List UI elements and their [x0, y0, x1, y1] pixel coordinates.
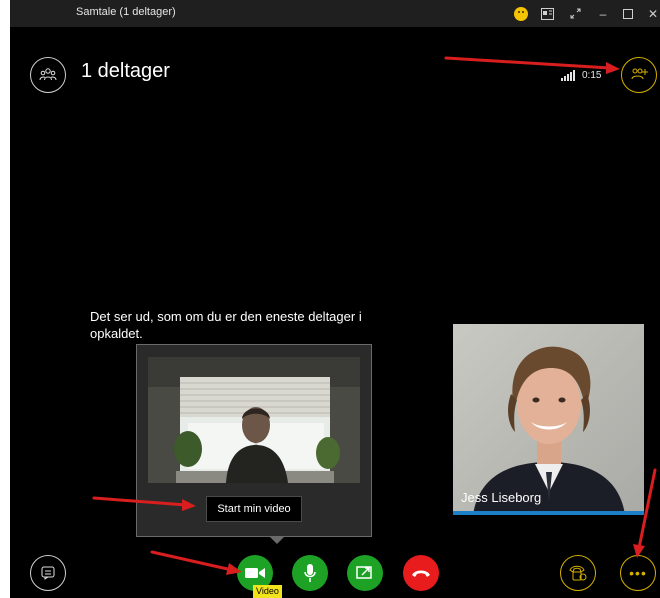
emoji-icon[interactable]: [513, 4, 529, 23]
call-controls-icon: [569, 565, 587, 581]
alone-in-call-message: Det ser ud, som om du er den eneste delt…: [90, 309, 362, 341]
call-controls-button[interactable]: [560, 555, 596, 591]
video-icon: [245, 568, 265, 578]
more-options-button[interactable]: •••: [620, 555, 656, 591]
microphone-icon: [304, 564, 316, 582]
participant-video-tile[interactable]: Jess Liseborg: [453, 324, 644, 515]
chat-icon: [41, 566, 55, 580]
start-my-video-button[interactable]: Start min video: [206, 496, 302, 522]
self-video-image: [148, 357, 360, 483]
microphone-button[interactable]: [292, 555, 328, 591]
active-speaker-bar: [453, 511, 644, 515]
hangup-icon: [412, 570, 430, 577]
close-icon[interactable]: ✕: [646, 4, 660, 23]
conversation-window: Samtale (1 deltager) – ✕ 1 deltager 0:15: [10, 0, 660, 598]
signal-strength-icon: [561, 70, 575, 81]
participants-button[interactable]: [30, 57, 66, 93]
more-icon: •••: [629, 565, 647, 581]
title-bar: Samtale (1 deltager) – ✕: [10, 0, 660, 27]
maximize-icon[interactable]: [621, 4, 635, 23]
chat-button[interactable]: [30, 555, 66, 591]
participant-name: Jess Liseborg: [461, 490, 542, 505]
minimize-icon[interactable]: –: [596, 4, 610, 23]
participant-photo: [453, 324, 644, 515]
window-title: Samtale (1 deltager): [76, 6, 176, 18]
share-screen-button[interactable]: [347, 555, 383, 591]
video-tooltip: Video: [253, 585, 282, 598]
add-people-icon: [631, 68, 648, 80]
hang-up-button[interactable]: [403, 555, 439, 591]
call-timer: 0:15: [582, 70, 602, 81]
participants-icon: [39, 68, 57, 81]
participant-count-heading: 1 deltager: [81, 60, 170, 82]
add-people-button[interactable]: [621, 57, 657, 93]
layout-icon[interactable]: [539, 4, 555, 23]
self-video-preview: Start min video: [136, 344, 372, 544]
full-screen-icon[interactable]: [567, 4, 583, 23]
share-screen-icon: [356, 566, 372, 579]
